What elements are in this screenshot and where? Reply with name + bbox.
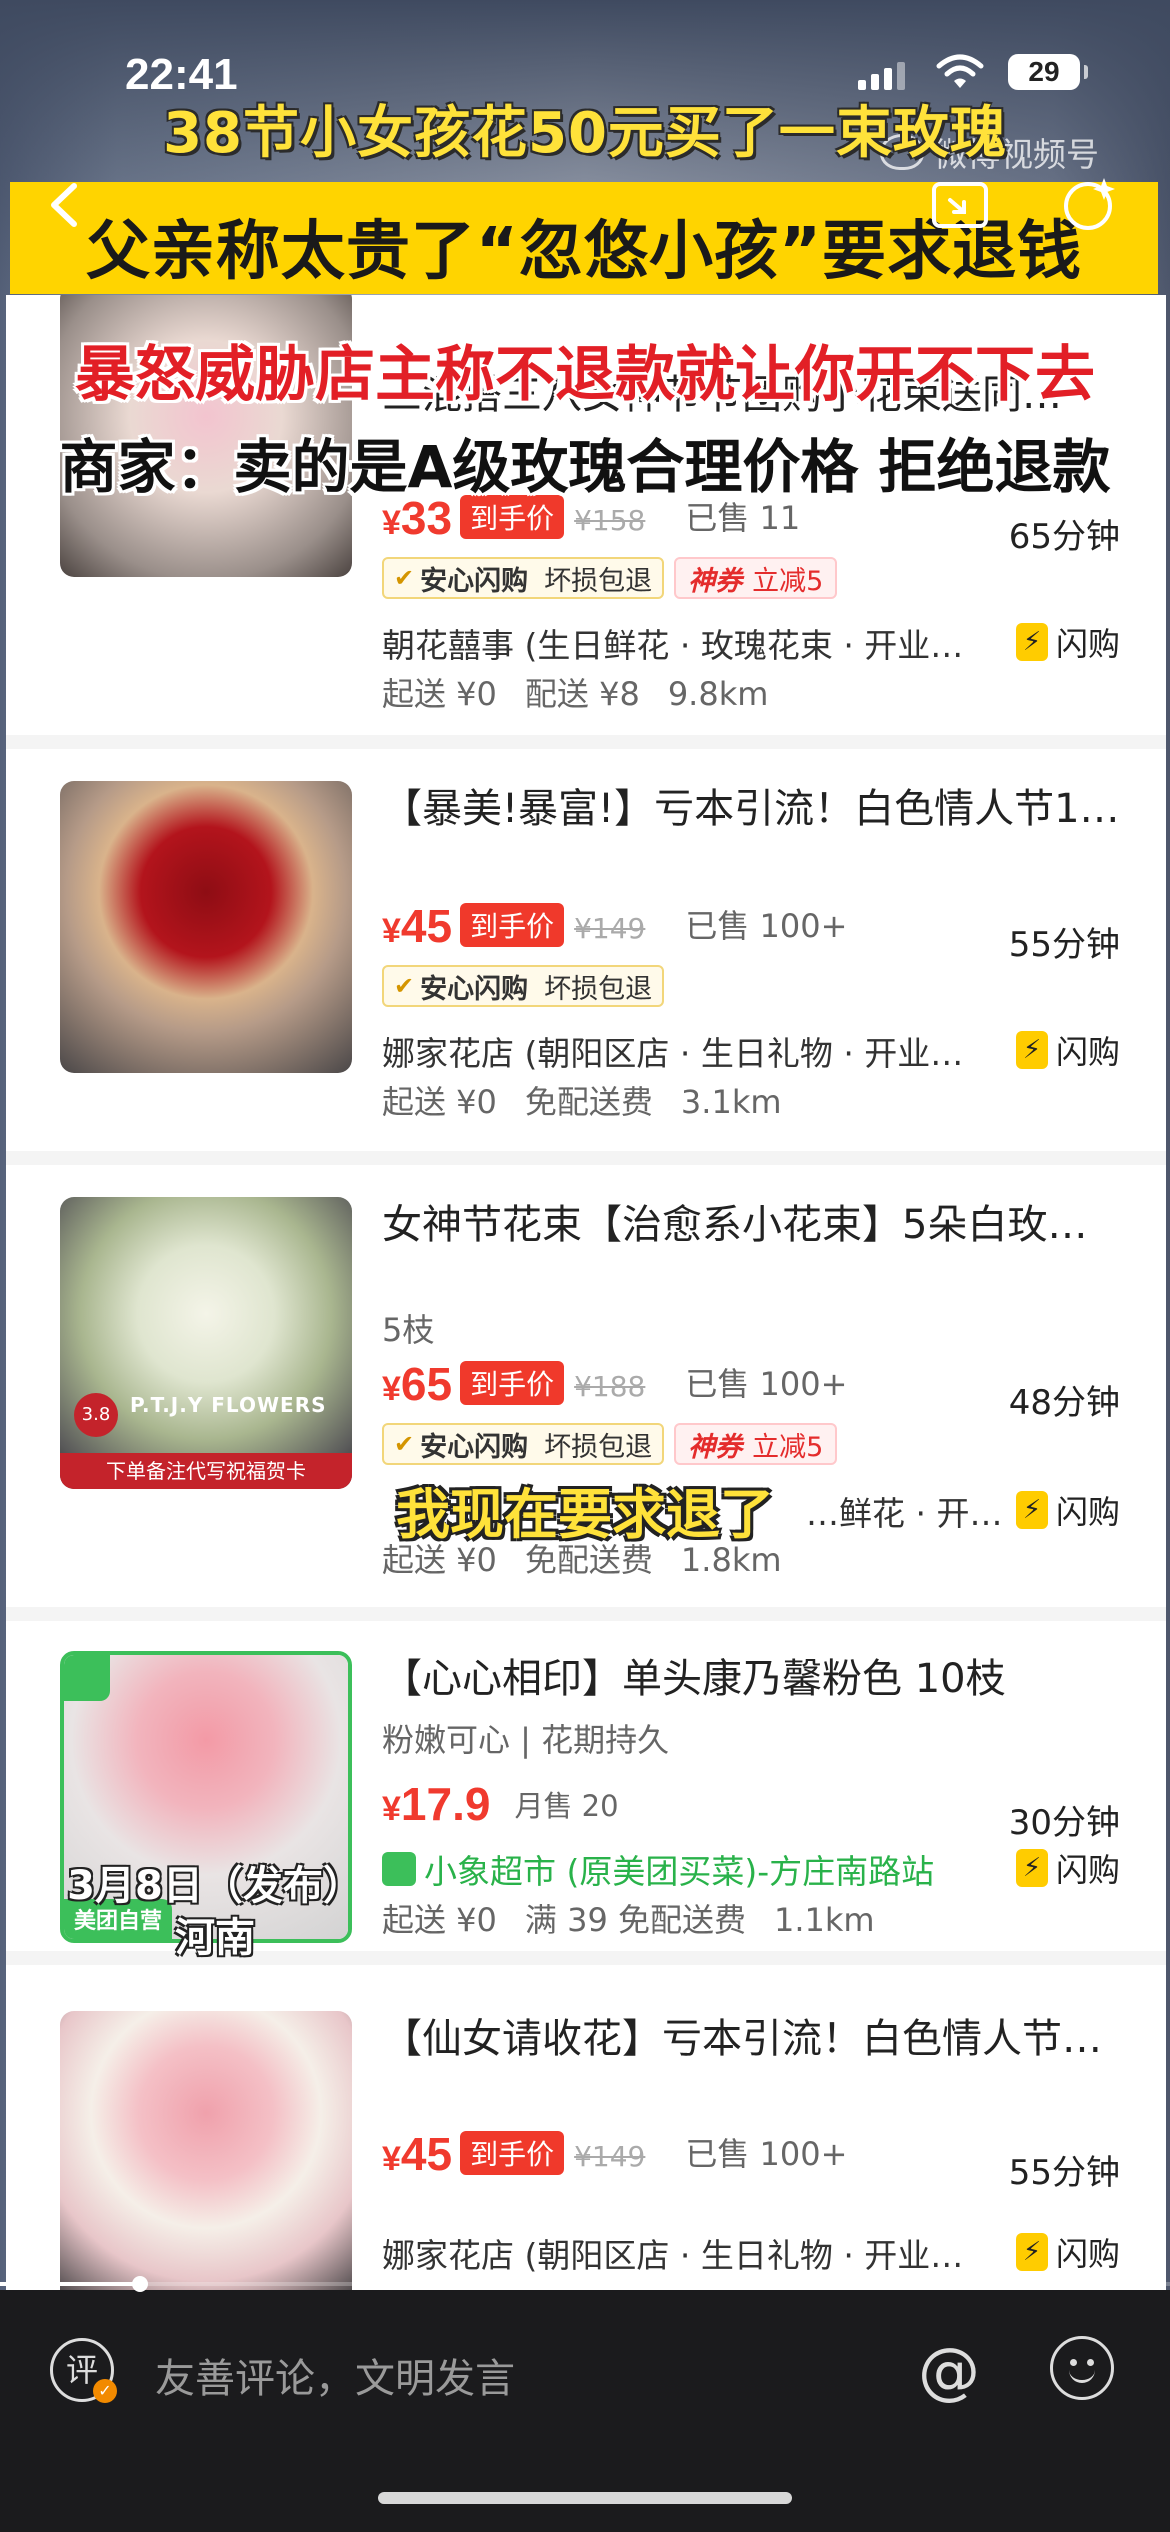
price: ¥45 [382,2128,453,2180]
tags-row: ✔ 安心闪购 坏损包退 神券 立减5 [382,1423,838,1465]
delivery-info: 起送 ¥0 免配送费 3.1km [382,1083,782,1121]
check-icon: ✔ [394,1430,415,1458]
final-price-tag: 到手价 [460,2131,565,2175]
sold-count: 月售 20 [514,1789,619,1823]
check-icon: ✔ [394,972,415,1000]
product-title[interactable]: 【心心相印】单头康乃馨粉色 10枝 [382,1653,1122,1705]
original-price: ¥188 [574,1370,646,1403]
elephant-logo-icon [64,1655,110,1701]
bolt-icon: ⚡ [1015,1849,1048,1887]
battery-icon: 29 [1008,54,1088,90]
store-name[interactable]: 娜家花店 (朝阳区店 · 生日礼物 · 开业… [382,2229,982,2277]
divider [6,735,1166,749]
wifi-icon [936,54,984,88]
flash-buy-badge[interactable]: ⚡ 闪购 [1015,1845,1120,1891]
delivery-time: 55分钟 [1008,925,1120,965]
tags-row: ✔ 安心闪购 坏损包退 神券 立减5 [382,557,838,599]
video-progress-fill [0,2282,141,2286]
final-price-tag: 到手价 [460,903,565,947]
product-title[interactable]: 【暴美!暴富!】亏本引流！白色情人节11枝红玫瑰花束小香风鲜花束生日礼物… [382,783,1122,887]
safe-tag: ✔ 安心闪购 坏损包退 [382,965,665,1007]
product-subtitle: 粉嫩可心 | 花期持久 [382,1721,670,1759]
caption-date: 3月8日（发布） 河南 [35,1860,395,1964]
ai-icon[interactable] [1060,174,1120,234]
comment-icon[interactable]: 评 ✓ [50,2338,117,2403]
product-thumbnail[interactable]: P.T.J.Y FLOWERS 下单备注代写祝福贺卡 3.8 [60,1197,352,1489]
safe-tag: ✔ 安心闪购 坏损包退 [382,557,665,599]
product-spec: 5枝 [382,1311,435,1349]
back-icon[interactable] [42,180,92,230]
comment-input[interactable]: 友善评论，文明发言 [155,2346,515,2404]
video-progress-bar[interactable] [0,2276,1170,2292]
product-thumbnail[interactable] [60,2011,352,2290]
caption-location: 河南 [175,1915,255,1961]
emoji-icon[interactable] [1050,2336,1114,2400]
delivery-time: 48分钟 [1008,1383,1120,1423]
status-time: 22:41 [125,50,238,99]
bolt-icon: ⚡ [1015,2233,1048,2271]
price: ¥17.9 [382,1778,491,1830]
original-price: ¥158 [574,504,646,537]
final-price-tag: 到手价 [460,1361,565,1405]
product-title[interactable]: 【仙女请收花】亏本引流！白色情人节11枝粉玫瑰花束小香风鲜花生日礼… [382,2013,1122,2117]
price: ¥65 [382,1358,453,1410]
caption-black: 商家：卖的是A级玫瑰合理价格 拒绝退款 [59,433,1111,501]
delivery-info: 起送 ¥0 满 39 免配送费 1.1km [382,1901,875,1939]
delivery-time: 55分钟 [1008,2153,1120,2193]
product-list: 三混搭三八女神节节团购小花束送同… ¥33 到手价 ¥158 已售 11 65分… [6,295,1166,2290]
caption-red: 暴怒威胁店主称不退款就让你开不下去 [75,340,1095,410]
divider [6,1151,1166,1165]
price-row: ¥17.9 月售 20 [382,1778,619,1831]
delivery-time: 30分钟 [1008,1803,1120,1843]
bolt-icon: ⚡ [1015,623,1048,661]
comment-dot-icon: ✓ [93,2379,117,2403]
tags-row: ✔ 安心闪购 坏损包退 [382,965,665,1007]
divider [6,1607,1166,1621]
video-progress-knob[interactable] [132,2276,149,2292]
pip-icon[interactable] [930,178,990,234]
original-price: ¥149 [574,2140,646,2173]
bolt-icon: ⚡ [1015,1031,1048,1069]
status-bar: 22:41 29 [0,40,1170,110]
check-icon: ✔ [394,564,415,592]
flash-buy-badge[interactable]: ⚡ 闪购 [1015,2229,1120,2275]
store-name[interactable]: 朝花囍事 (生日鲜花 · 玫瑰花束 · 开业… [382,619,982,667]
comment-bar: 评 ✓ 友善评论，文明发言 @ [0,2276,1170,2532]
price-row: ¥45 到手价 ¥149 已售 100+ [382,2128,848,2181]
caption-date-text: 3月8日（发布） [67,1863,363,1909]
product-thumbnail[interactable] [60,781,352,1073]
store-name[interactable]: 小象超市 (原美团买菜)-方庄南路站 [382,1845,982,1893]
caption-quote: 我现在要求退了 [396,1483,774,1546]
price-row: ¥45 到手价 ¥149 已售 100+ [382,900,848,953]
original-price: ¥149 [574,912,646,945]
thumb-brand: P.T.J.Y FLOWERS [130,1393,327,1417]
sold-count: 已售 100+ [685,907,848,945]
flash-buy-badge[interactable]: ⚡ 闪购 [1015,619,1120,665]
coupon-tag[interactable]: 神券 立减5 [674,557,838,599]
sold-count: 已售 100+ [685,1365,848,1403]
price: ¥45 [382,900,453,952]
flash-buy-badge[interactable]: ⚡ 闪购 [1015,1027,1120,1073]
price-row: ¥65 到手价 ¥188 已售 100+ [382,1358,848,1411]
sold-count: 已售 100+ [685,2135,848,2173]
coupon-tag[interactable]: 神券 立减5 [674,1423,838,1465]
product-title[interactable]: 女神节花束【治愈系小花束】5朵白玫瑰绿色洋桔梗花束送朋友生日礼物鲜… [382,1199,1122,1303]
delivery-info: 起送 ¥0 配送 ¥8 9.8km [382,675,769,713]
thumb-badge: 3.8 [74,1393,118,1437]
at-icon[interactable]: @ [918,2334,980,2407]
safe-tag: ✔ 安心闪购 坏损包退 [382,1423,665,1465]
delivery-time: 65分钟 [1008,517,1120,557]
home-indicator[interactable] [378,2492,792,2504]
store-name[interactable]: 娜家花店 (朝阳区店 · 生日礼物 · 开业… [382,1027,982,1075]
signal-icon [858,60,905,90]
